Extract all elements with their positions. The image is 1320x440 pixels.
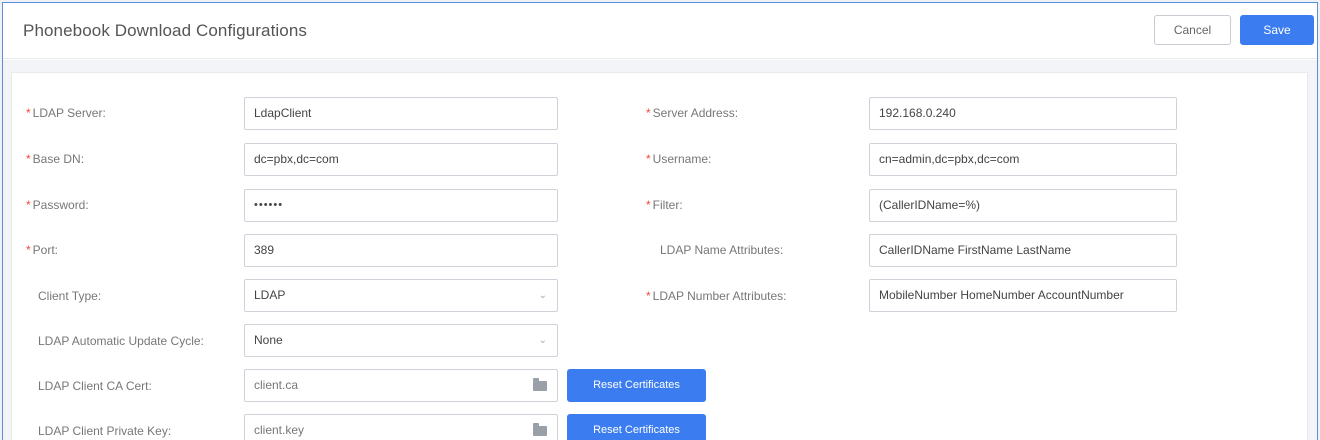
chevron-down-icon: ⌄ bbox=[538, 290, 547, 301]
ca-cert-filename: client.ca bbox=[254, 378, 299, 392]
folder-icon[interactable] bbox=[533, 423, 547, 436]
server-address-input[interactable]: 192.168.0.240 bbox=[869, 97, 1177, 130]
ldap-server-label: * LDAP Server: bbox=[26, 106, 106, 120]
form-panel: * LDAP Server: LdapClient * Base DN: dc=pb… bbox=[11, 72, 1308, 440]
name-attributes-label: LDAP Name Attributes: bbox=[660, 243, 784, 257]
required-mark: * bbox=[646, 198, 651, 212]
filter-label: * Filter: bbox=[646, 198, 683, 212]
ca-cert-label: LDAP Client CA Cert: bbox=[38, 379, 152, 393]
private-key-file-input[interactable]: client.key bbox=[244, 414, 558, 440]
port-input[interactable]: 389 bbox=[244, 234, 558, 267]
required-mark: * bbox=[26, 198, 31, 212]
required-mark: * bbox=[26, 243, 31, 257]
required-mark: * bbox=[646, 106, 651, 120]
port-label: * Port: bbox=[26, 243, 59, 257]
required-mark: * bbox=[646, 289, 651, 303]
update-cycle-value: None bbox=[254, 333, 283, 347]
update-cycle-select[interactable]: None ⌄ bbox=[244, 324, 558, 357]
save-button[interactable]: Save bbox=[1240, 15, 1314, 45]
reset-certificates-button[interactable]: Reset Certificates bbox=[567, 414, 706, 440]
server-address-label: * Server Address: bbox=[646, 106, 739, 120]
dialog-header: Phonebook Download Configurations Cancel… bbox=[3, 3, 1317, 59]
password-input[interactable]: •••••• bbox=[244, 189, 558, 222]
number-attributes-label: * LDAP Number Attributes: bbox=[646, 289, 787, 303]
ca-cert-file-input[interactable]: client.ca bbox=[244, 369, 558, 402]
required-mark: * bbox=[26, 152, 31, 166]
base-dn-label: * Base DN: bbox=[26, 152, 85, 166]
username-input[interactable]: cn=admin,dc=pbx,dc=com bbox=[869, 143, 1177, 176]
folder-icon[interactable] bbox=[533, 378, 547, 391]
base-dn-input[interactable]: dc=pbx,dc=com bbox=[244, 143, 558, 176]
cancel-button[interactable]: Cancel bbox=[1154, 15, 1231, 45]
private-key-filename: client.key bbox=[254, 423, 305, 437]
dialog-frame: Phonebook Download Configurations Cancel… bbox=[2, 2, 1318, 440]
name-attributes-input[interactable]: CallerIDName FirstName LastName bbox=[869, 234, 1177, 267]
number-attributes-input[interactable]: MobileNumber HomeNumber AccountNumber bbox=[869, 279, 1177, 312]
filter-input[interactable]: (CallerIDName=%) bbox=[869, 189, 1177, 222]
required-mark: * bbox=[646, 152, 651, 166]
private-key-label: LDAP Client Private Key: bbox=[38, 424, 172, 438]
client-type-label: Client Type: bbox=[38, 289, 102, 303]
reset-certificates-button[interactable]: Reset Certificates bbox=[567, 369, 706, 402]
chevron-down-icon: ⌄ bbox=[538, 335, 547, 346]
username-label: * Username: bbox=[646, 152, 712, 166]
client-type-select[interactable]: LDAP ⌄ bbox=[244, 279, 558, 312]
form-background: * LDAP Server: LdapClient * Base DN: dc=pb… bbox=[3, 60, 1317, 440]
ldap-server-input[interactable]: LdapClient bbox=[244, 97, 558, 130]
update-cycle-label: LDAP Automatic Update Cycle: bbox=[38, 334, 204, 348]
client-type-value: LDAP bbox=[254, 288, 286, 302]
password-label: * Password: bbox=[26, 198, 89, 212]
required-mark: * bbox=[26, 106, 31, 120]
page-title: Phonebook Download Configurations bbox=[23, 21, 307, 40]
